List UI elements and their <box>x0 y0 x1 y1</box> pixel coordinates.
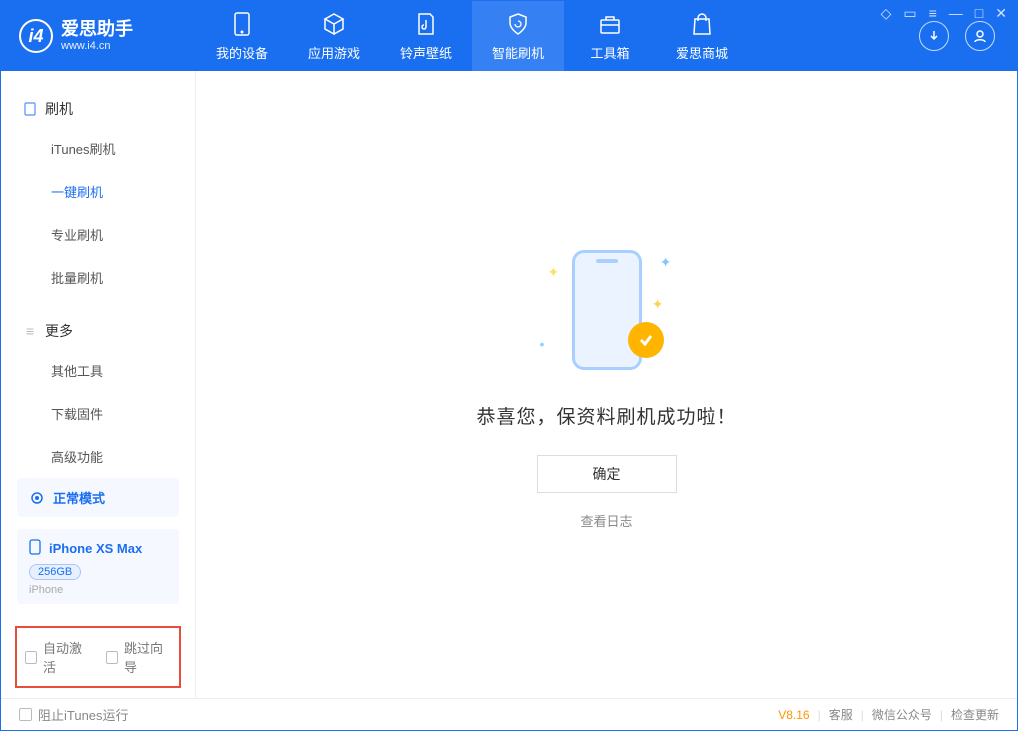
tab-store[interactable]: 爱思商城 <box>656 1 748 71</box>
support-link[interactable]: 客服 <box>829 706 853 723</box>
nav-item-pro-flash[interactable]: 专业刷机 <box>1 213 195 256</box>
checkbox-label: 跳过向导 <box>124 638 171 676</box>
nav-item-oneclick-flash[interactable]: 一键刷机 <box>1 170 195 213</box>
checkbox-label: 阻止iTunes运行 <box>38 705 129 724</box>
checkbox-icon <box>106 651 118 664</box>
app-name: 爱思助手 <box>61 20 133 40</box>
tab-smart-flash[interactable]: 智能刷机 <box>472 1 564 71</box>
tab-ringtones-wallpapers[interactable]: 铃声壁纸 <box>380 1 472 71</box>
user-account-icon[interactable] <box>965 21 995 51</box>
tab-toolbox[interactable]: 工具箱 <box>564 1 656 71</box>
device-capacity: 256GB <box>29 564 81 580</box>
device-mode-card[interactable]: 正常模式 <box>17 478 179 517</box>
nav-item-download-firmware[interactable]: 下载固件 <box>1 392 195 435</box>
minimize-button[interactable]: — <box>949 5 963 22</box>
success-illustration: ✦✦•✦ <box>532 240 682 380</box>
checkbox-label: 自动激活 <box>43 638 90 676</box>
phone-icon <box>229 11 255 37</box>
connected-device-card[interactable]: iPhone XS Max 256GB iPhone <box>17 529 179 604</box>
nav-item-batch-flash[interactable]: 批量刷机 <box>1 256 195 299</box>
tab-label: 我的设备 <box>216 43 268 62</box>
check-badge-icon <box>628 322 664 358</box>
titlebar-shirt-icon[interactable]: ◇ <box>881 5 892 22</box>
nav-group-flash: 刷机 <box>1 91 195 127</box>
list-icon: ≡ <box>23 324 37 338</box>
maximize-button[interactable]: □ <box>975 5 983 22</box>
nav-item-other-tools[interactable]: 其他工具 <box>1 349 195 392</box>
device-icon <box>23 102 37 116</box>
wechat-link[interactable]: 微信公众号 <box>872 706 932 723</box>
success-message: 恭喜您，保资料刷机成功啦！ <box>476 402 736 429</box>
ok-button[interactable]: 确定 <box>537 455 677 493</box>
app-domain: www.i4.cn <box>61 40 133 52</box>
cube-icon <box>321 11 347 37</box>
phone-icon <box>29 539 41 558</box>
tab-label: 应用游戏 <box>308 43 360 62</box>
nav-group-label: 更多 <box>45 321 73 341</box>
checkbox-icon <box>25 651 37 664</box>
toolbox-icon <box>597 11 623 37</box>
flash-options-highlight: 自动激活 跳过向导 <box>15 626 181 688</box>
version-label: V8.16 <box>778 708 809 722</box>
checkbox-block-itunes[interactable]: 阻止iTunes运行 <box>19 705 129 724</box>
close-button[interactable]: ✕ <box>995 5 1007 22</box>
tab-apps-games[interactable]: 应用游戏 <box>288 1 380 71</box>
download-manager-icon[interactable] <box>919 21 949 51</box>
nav-group-label: 刷机 <box>45 99 73 119</box>
shield-refresh-icon <box>505 11 531 37</box>
tab-label: 铃声壁纸 <box>400 43 452 62</box>
device-type: iPhone <box>29 584 167 596</box>
tab-label: 工具箱 <box>590 43 629 62</box>
music-file-icon <box>413 11 439 37</box>
titlebar-book-icon[interactable]: ▭ <box>903 5 916 22</box>
checkbox-auto-activate[interactable]: 自动激活 <box>25 638 90 676</box>
checkbox-skip-guide[interactable]: 跳过向导 <box>106 638 171 676</box>
app-logo: i4 爱思助手 www.i4.cn <box>1 1 196 71</box>
nav-group-more: ≡ 更多 <box>1 313 195 349</box>
titlebar-list-icon[interactable]: ≡ <box>929 5 937 22</box>
mode-icon <box>29 490 45 506</box>
tab-my-device[interactable]: 我的设备 <box>196 1 288 71</box>
view-log-link[interactable]: 查看日志 <box>580 511 632 530</box>
tab-label: 爱思商城 <box>676 43 728 62</box>
tab-label: 智能刷机 <box>492 43 544 62</box>
check-update-link[interactable]: 检查更新 <box>951 706 999 723</box>
device-mode-label: 正常模式 <box>53 488 105 507</box>
nav-item-itunes-flash[interactable]: iTunes刷机 <box>1 127 195 170</box>
checkbox-icon <box>19 708 32 721</box>
nav-item-advanced[interactable]: 高级功能 <box>1 435 195 478</box>
device-name: iPhone XS Max <box>49 541 142 556</box>
logo-icon: i4 <box>19 19 53 53</box>
bag-icon <box>689 11 715 37</box>
